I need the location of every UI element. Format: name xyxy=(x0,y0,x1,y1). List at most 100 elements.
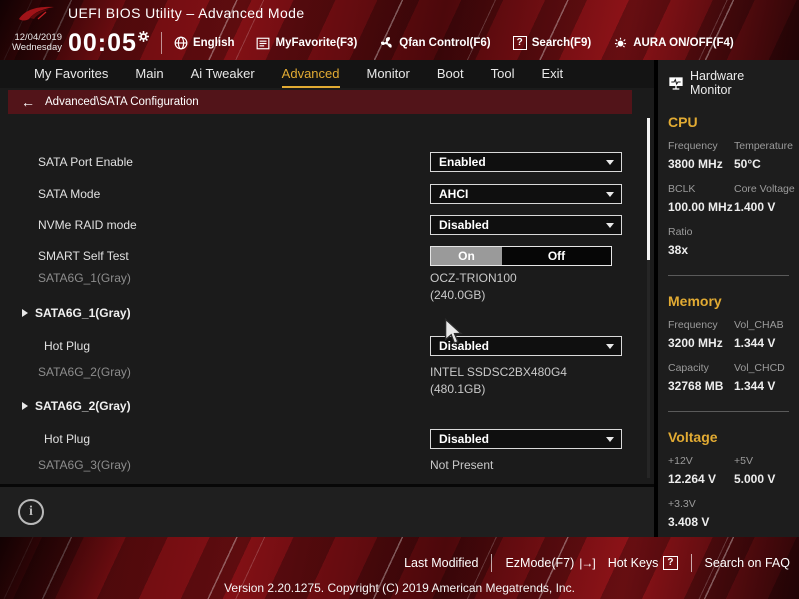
mouse-cursor xyxy=(444,318,463,345)
ezmode-button[interactable]: EzMode(F7) |→] xyxy=(505,556,595,570)
divider xyxy=(491,554,493,572)
cpu-section-title: CPU xyxy=(668,114,698,130)
group-sata6g1[interactable]: SATA6G_1(Gray) xyxy=(22,306,131,320)
port-label-sata6g1: SATA6G_1(Gray) xyxy=(38,271,131,285)
search-label: Search(F9) xyxy=(531,37,592,49)
tab-advanced[interactable]: Advanced xyxy=(281,66,340,88)
metric-value: 50°C xyxy=(734,157,761,171)
scrollbar-track[interactable] xyxy=(647,118,650,478)
footer: Last Modified EzMode(F7) |→] Hot Keys ? … xyxy=(0,537,799,599)
toggle-option-on[interactable]: On xyxy=(431,247,502,265)
language-button[interactable]: English xyxy=(174,36,235,50)
quick-bar: 12/04/2019 Wednesday 00:05 English MyFav… xyxy=(0,26,799,60)
search-on-faq-button[interactable]: Search on FAQ xyxy=(705,556,790,570)
drive-name-sata6g1: OCZ-TRION100 xyxy=(430,271,517,285)
aura-light-icon xyxy=(615,37,627,48)
settings-panel: ← Advanced\SATA Configuration SATA Port … xyxy=(0,88,654,558)
clock-time: 00:05 xyxy=(68,28,137,57)
metric-label: Frequency xyxy=(668,140,718,152)
metric-label: Capacity xyxy=(668,362,709,374)
tab-my-favorites[interactable]: My Favorites xyxy=(34,66,108,88)
metric-value: 3800 MHz xyxy=(668,157,723,171)
version-text: Version 2.20.1275. Copyright (C) 2019 Am… xyxy=(224,581,575,595)
aura-label: AURA ON/OFF(F4) xyxy=(633,37,734,49)
metric-label: Ratio xyxy=(668,226,693,238)
setting-label-hot-plug-1: Hot Plug xyxy=(44,339,91,353)
drive-size-sata6g2: (480.1GB) xyxy=(430,382,486,396)
ezmode-label: EzMode(F7) xyxy=(505,556,575,570)
expand-arrow-icon xyxy=(22,309,28,317)
info-icon: i xyxy=(18,499,44,525)
divider xyxy=(668,411,789,412)
divider xyxy=(690,554,692,572)
rog-logo-icon xyxy=(19,6,54,21)
title-bar: UEFI BIOS Utility – Advanced Mode xyxy=(0,0,799,26)
toggle-option-off[interactable]: Off xyxy=(502,247,611,265)
toggle-smart-self-test: On Off xyxy=(430,246,612,266)
tab-monitor[interactable]: Monitor xyxy=(367,66,410,88)
dropdown-value: AHCI xyxy=(439,187,469,201)
window-title: UEFI BIOS Utility – Advanced Mode xyxy=(68,5,305,21)
footer-links: Last Modified EzMode(F7) |→] Hot Keys ? … xyxy=(404,554,790,572)
metric-value: 1.344 V xyxy=(734,336,776,350)
dropdown-sata-port-enable[interactable]: Enabled xyxy=(430,152,622,172)
metric-value: 1.400 V xyxy=(734,200,776,214)
expand-arrow-icon xyxy=(22,402,28,410)
group-sata6g2[interactable]: SATA6G_2(Gray) xyxy=(22,399,131,413)
drive-size-sata6g1: (240.0GB) xyxy=(430,288,486,302)
datetime-block[interactable]: 12/04/2019 Wednesday 00:05 xyxy=(12,29,149,58)
last-modified-button[interactable]: Last Modified xyxy=(404,556,478,570)
chevron-down-icon xyxy=(606,192,614,197)
tab-boot[interactable]: Boot xyxy=(437,66,464,88)
metric-label: Frequency xyxy=(668,319,718,331)
drive-name-sata6g2: INTEL SSDSC2BX480G4 xyxy=(430,365,567,379)
metric-label: +5V xyxy=(734,455,753,467)
metric-label: Temperature xyxy=(734,140,793,152)
breadcrumb-path: Advanced\SATA Configuration xyxy=(45,96,199,108)
search-button[interactable]: ? Search(F9) xyxy=(512,36,592,50)
hotkeys-question-icon: ? xyxy=(663,556,678,570)
search-question-icon: ? xyxy=(512,36,527,50)
myfavorite-button[interactable]: MyFavorite(F3) xyxy=(256,37,357,50)
language-label: English xyxy=(192,37,235,49)
scrollbar-thumb[interactable] xyxy=(647,118,650,260)
aura-button[interactable]: AURA ON/OFF(F4) xyxy=(613,36,734,50)
port-label-sata6g3: SATA6G_3(Gray) xyxy=(38,458,131,472)
dropdown-sata-mode[interactable]: AHCI xyxy=(430,184,622,204)
ezmode-arrow-icon: |→] xyxy=(579,556,595,570)
voltage-section-title: Voltage xyxy=(668,429,718,445)
clock-settings-gear-icon[interactable] xyxy=(137,30,149,42)
myfavorite-label: MyFavorite(F3) xyxy=(275,37,358,49)
metric-value: 38x xyxy=(668,243,689,257)
memory-section-title: Memory xyxy=(668,293,722,309)
chevron-down-icon xyxy=(606,437,614,442)
tab-exit[interactable]: Exit xyxy=(541,66,563,88)
dropdown-value: Disabled xyxy=(439,432,490,446)
dropdown-hot-plug-2[interactable]: Disabled xyxy=(430,429,622,449)
metric-label: +12V xyxy=(668,455,693,467)
hardware-monitor-header: Hardware Monitor xyxy=(668,69,789,97)
tab-main[interactable]: Main xyxy=(135,66,163,88)
favorites-list-icon xyxy=(257,37,270,49)
date-block: 12/04/2019 Wednesday xyxy=(12,32,62,54)
metric-value: 5.000 V xyxy=(734,472,776,486)
voltage-metrics: +12V 12.264 V +5V 5.000 V +3.3V 3.408 V xyxy=(668,455,789,541)
qfan-control-button[interactable]: Qfan Control(F6) xyxy=(379,36,491,50)
tab-tool[interactable]: Tool xyxy=(491,66,515,88)
bios-screen: UEFI BIOS Utility – Advanced Mode 12/04/… xyxy=(0,0,799,599)
cpu-metrics: Frequency 3800 MHz Temperature 50°C BCLK 10… xyxy=(668,140,795,269)
back-arrow-icon[interactable]: ← xyxy=(21,94,35,110)
chevron-down-icon xyxy=(606,160,614,165)
fan-icon xyxy=(381,37,392,48)
dropdown-nvme-raid-mode[interactable]: Disabled xyxy=(430,215,622,235)
metric-value: 3200 MHz xyxy=(668,336,723,350)
metric-value: 3.408 V xyxy=(668,515,710,529)
chevron-down-icon xyxy=(606,223,614,228)
hardware-monitor-title: Hardware Monitor xyxy=(689,69,745,97)
group-label: SATA6G_1(Gray) xyxy=(35,306,131,320)
metric-label: BCLK xyxy=(668,183,696,195)
header: UEFI BIOS Utility – Advanced Mode 12/04/… xyxy=(0,0,799,60)
hot-keys-button[interactable]: Hot Keys ? xyxy=(608,556,678,570)
setting-label-nvme-raid-mode: NVMe RAID mode xyxy=(38,218,137,232)
tab-ai-tweaker[interactable]: Ai Tweaker xyxy=(191,66,255,88)
